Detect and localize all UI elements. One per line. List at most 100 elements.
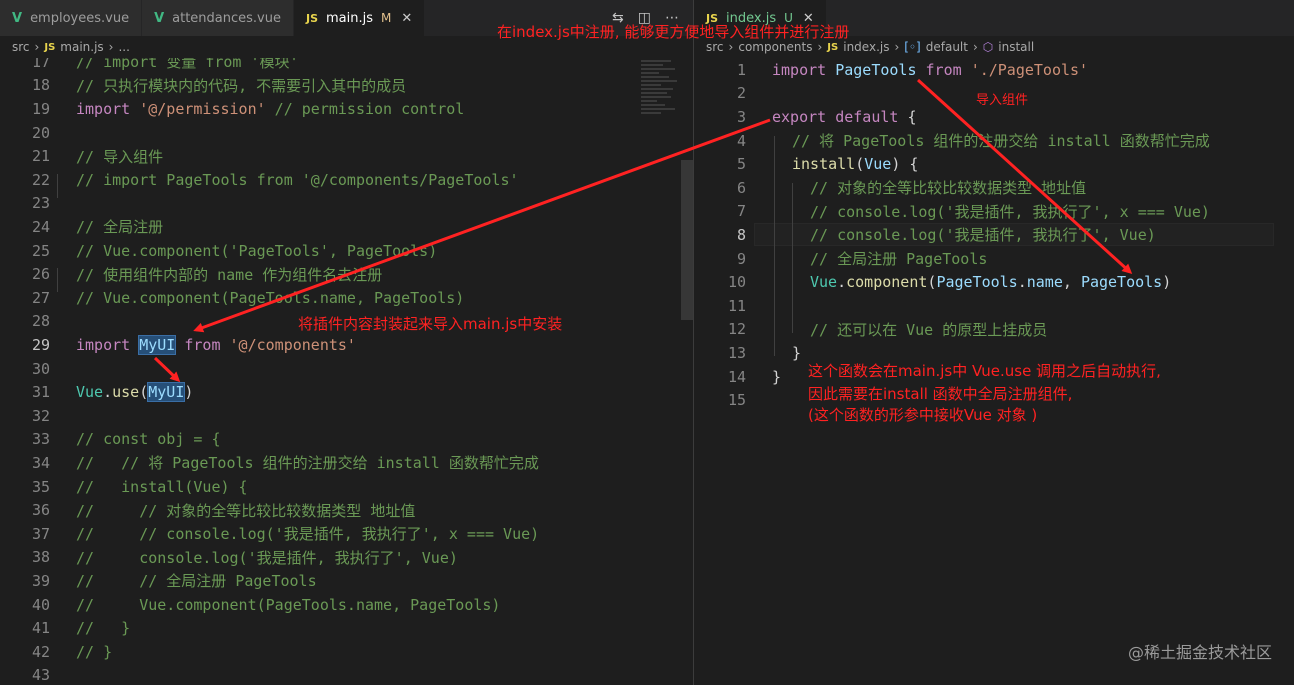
annotation-top: 在index.js中注册, 能够更方便地导入组件并进行注册 <box>497 23 850 41</box>
code-line: 10 Vue.component(PageTools.name, PageTool… <box>694 270 1294 294</box>
code-line: 29 import MyUI from '@/components' <box>0 333 693 357</box>
code-line: 32 <box>0 404 693 428</box>
code-text: // // 全局注册 PageTools <box>76 572 317 591</box>
code-line: 1 import PageTools from './PageTools' <box>694 58 1294 82</box>
code-text: // Vue.component(PageTools.name, PageToo… <box>76 288 465 307</box>
line-number: 43 <box>31 666 50 685</box>
vertical-scrollbar[interactable] <box>681 160 693 320</box>
comment: // console.log('我是插件, 我执行了', x === Vue) <box>810 202 1210 221</box>
comment: // permission control <box>265 99 465 118</box>
code-line: 18 // 只执行模块内的代码, 不需要引入其中的成员 <box>0 74 693 98</box>
line-number: 37 <box>31 524 50 543</box>
line-number: 6 <box>736 178 746 197</box>
line-number: 15 <box>727 391 746 410</box>
minimap[interactable] <box>641 58 679 158</box>
parameter: Vue <box>864 155 892 174</box>
js-file-icon: JS <box>305 11 318 25</box>
chevron-right-icon: › <box>972 40 978 54</box>
breadcrumb-symbol[interactable]: default <box>926 40 968 54</box>
line-number: 9 <box>736 249 746 268</box>
chevron-right-icon: › <box>34 40 40 54</box>
code-line: 31 Vue.use(MyUI) <box>0 380 693 404</box>
line-number: 35 <box>31 477 50 496</box>
line-number: 7 <box>736 202 746 221</box>
breadcrumb-file[interactable]: index.js <box>843 40 889 54</box>
identifier: PageTools <box>936 273 1018 292</box>
brace: { <box>907 107 917 126</box>
code-editor[interactable]: 17 // import 变量 from '模块' 18 // 只执行模块内的代码,… <box>0 58 693 685</box>
tab-employees-vue[interactable]: V employees.vue <box>0 0 143 36</box>
code-line: 6 // 对象的全等比较比较数据类型 地址值 <box>694 176 1294 200</box>
string-literal: '@/components' <box>229 335 356 354</box>
line-number: 5 <box>736 155 746 174</box>
symbol-variable-icon: [◦] <box>904 40 921 54</box>
breadcrumb-symbol[interactable]: install <box>998 40 1034 54</box>
code-line: 20 <box>0 121 693 145</box>
code-line: 38 // console.log('我是插件, 我执行了', Vue) <box>0 546 693 570</box>
code-text: // Vue.component('PageTools', PageTools) <box>76 241 438 260</box>
identifier: Vue <box>810 273 838 292</box>
function-name: install <box>792 155 856 174</box>
line-number: 2 <box>736 84 746 103</box>
line-number: 23 <box>31 194 50 213</box>
code-text: // 使用组件内部的 name 作为组件名去注册 <box>76 265 383 284</box>
line-number: 42 <box>31 642 50 661</box>
line-number: 27 <box>31 288 50 307</box>
code-line: 19 import '@/permission' // permission co… <box>0 97 693 121</box>
line-number: 33 <box>31 430 50 449</box>
line-number: 36 <box>31 501 50 520</box>
selected-identifier[interactable]: MyUI <box>138 334 177 355</box>
line-number: 8 <box>736 225 746 244</box>
identifier: Vue <box>76 383 104 402</box>
code-text: // Vue.component(PageTools.name, PageToo… <box>76 595 501 614</box>
close-icon[interactable]: ✕ <box>401 11 412 26</box>
line-number: 20 <box>31 123 50 142</box>
line-number: 32 <box>31 406 50 425</box>
code-line: 5 install(Vue) { <box>694 152 1294 176</box>
line-number: 4 <box>736 131 746 150</box>
keyword: from <box>925 60 962 79</box>
comment: // 将 PageTools 组件的注册交给 install 函数帮忙完成 <box>792 132 1210 151</box>
line-number: 28 <box>31 312 50 331</box>
code-text: // import 变量 from '模块' <box>76 58 299 72</box>
tab-main-js[interactable]: JS main.js M ✕ <box>293 0 426 36</box>
line-number: 13 <box>727 343 746 362</box>
code-text: // // console.log('我是插件, 我执行了', x === Vu… <box>76 525 540 544</box>
property: name <box>1026 273 1063 292</box>
comment: // 还可以在 Vue 的原型上挂成员 <box>810 320 1048 339</box>
line-number: 18 <box>31 76 50 95</box>
identifier: PageTools <box>1080 273 1163 292</box>
js-file-icon: JS <box>44 41 56 53</box>
line-number: 1 <box>736 60 746 79</box>
code-line: 36 // // 对象的全等比较比较数据类型 地址值 <box>0 498 693 522</box>
line-number: 26 <box>31 265 50 284</box>
highlighted-identifier: MyUI <box>147 382 186 403</box>
tab-label: main.js <box>326 10 373 26</box>
code-line: 12 // 还可以在 Vue 的原型上挂成员 <box>694 318 1294 342</box>
breadcrumb-more[interactable]: ... <box>118 40 129 54</box>
tab-attendances-vue[interactable]: V attendances.vue <box>142 0 294 36</box>
brace: } <box>772 367 782 386</box>
code-text: // } <box>76 642 113 661</box>
keyword: default <box>835 107 899 126</box>
keyword: import <box>772 60 827 79</box>
line-number: 10 <box>727 273 746 292</box>
code-text: // // 对象的全等比较比较数据类型 地址值 <box>76 501 416 520</box>
code-line: 23 <box>0 192 693 216</box>
code-line: 8 // console.log('我是插件, 我执行了', Vue) <box>694 223 1294 247</box>
line-number: 41 <box>31 619 50 638</box>
code-text: // 只执行模块内的代码, 不需要引入其中的成员 <box>76 76 407 95</box>
comment: // 全局注册 PageTools <box>810 250 988 269</box>
line-number: 39 <box>31 571 50 590</box>
code-line: 41 // } <box>0 616 693 640</box>
line-number: 22 <box>31 170 50 189</box>
code-line: 4 // 将 PageTools 组件的注册交给 install 函数帮忙完成 <box>694 129 1294 153</box>
code-text: // import PageTools from '@/components/P… <box>76 170 519 189</box>
brace: } <box>792 343 802 362</box>
breadcrumb-file[interactable]: main.js <box>60 40 103 54</box>
code-text: // install(Vue) { <box>76 477 248 496</box>
code-text: // const obj = { <box>76 430 221 449</box>
breadcrumb-folder[interactable]: src <box>12 40 30 54</box>
annotation-explain-3: (这个函数的形参中接收Vue 对象 ) <box>808 406 1038 424</box>
code-line: 35 // install(Vue) { <box>0 475 693 499</box>
